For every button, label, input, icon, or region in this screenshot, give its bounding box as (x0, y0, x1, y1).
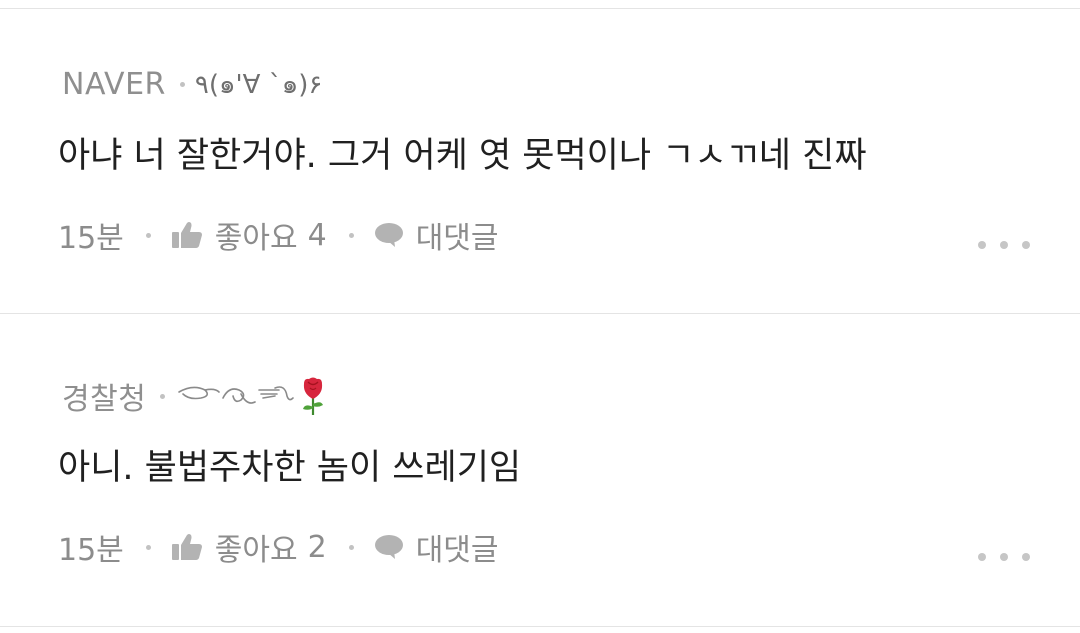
separator-dot (160, 393, 166, 399)
comment-text: 아냐 너 잘한거야. 그거 어케 엿 못먹이나 ㄱㅅㄲ네 진짜 (58, 136, 867, 176)
thumbs-up-icon (171, 222, 202, 248)
like-label: 좋아요 (214, 533, 298, 568)
comment-author-line: NAVER ٩(๑'∀ `๑)۶ (62, 64, 322, 104)
separator-dot (348, 544, 354, 550)
like-button[interactable]: 좋아요 4 (171, 213, 327, 257)
more-dot (978, 553, 986, 561)
comment-item: NAVER ٩(๑'∀ `๑)۶ 아냐 너 잘한거야. 그거 어케 엿 못먹이나… (0, 0, 1080, 313)
reply-button[interactable]: 대댓글 (374, 213, 499, 257)
comment-time: 15분 (58, 221, 124, 256)
separator-dot (145, 544, 151, 550)
more-options-button[interactable] (978, 230, 1030, 260)
more-dot (1000, 553, 1008, 561)
comment-author-line: 경찰청 (62, 374, 335, 418)
comment-meta: 15분 좋아요 4 대댓글 (58, 213, 499, 257)
separator-dot (348, 232, 354, 238)
comment-meta: 15분 좋아요 2 대댓글 (58, 525, 499, 569)
like-count: 2 (307, 529, 327, 565)
more-options-button[interactable] (978, 542, 1030, 572)
more-dot (978, 241, 986, 249)
reply-label: 대댓글 (415, 221, 499, 256)
speech-bubble-icon (374, 223, 403, 247)
speech-bubble-icon (374, 535, 403, 559)
like-label: 좋아요 (214, 221, 298, 256)
bottom-divider (0, 626, 1080, 627)
comment-nickname: ٩(๑'∀ `๑)۶ (194, 69, 323, 100)
reply-button[interactable]: 대댓글 (374, 525, 499, 569)
thumbs-up-icon (171, 534, 202, 560)
nickname-doodle (178, 377, 324, 415)
comment-text: 아니. 불법주차한 놈이 쓰레기임 (58, 448, 522, 488)
more-dot (1022, 553, 1030, 561)
comment-nickname-art (175, 376, 335, 416)
comment-item: 경찰청 아니. 불법주차한 놈이 쓰레기임 15분 좋아요 2 대댓글 (0, 314, 1080, 627)
separator-dot (179, 81, 185, 87)
rose-emoji (303, 377, 324, 415)
comment-author[interactable]: NAVER (62, 67, 166, 102)
like-button[interactable]: 좋아요 2 (171, 525, 327, 569)
more-dot (1000, 241, 1008, 249)
comment-author[interactable]: 경찰청 (62, 374, 146, 418)
reply-label: 대댓글 (415, 533, 499, 568)
comment-time: 15분 (58, 533, 124, 568)
separator-dot (145, 232, 151, 238)
more-dot (1022, 241, 1030, 249)
like-count: 4 (307, 217, 327, 253)
